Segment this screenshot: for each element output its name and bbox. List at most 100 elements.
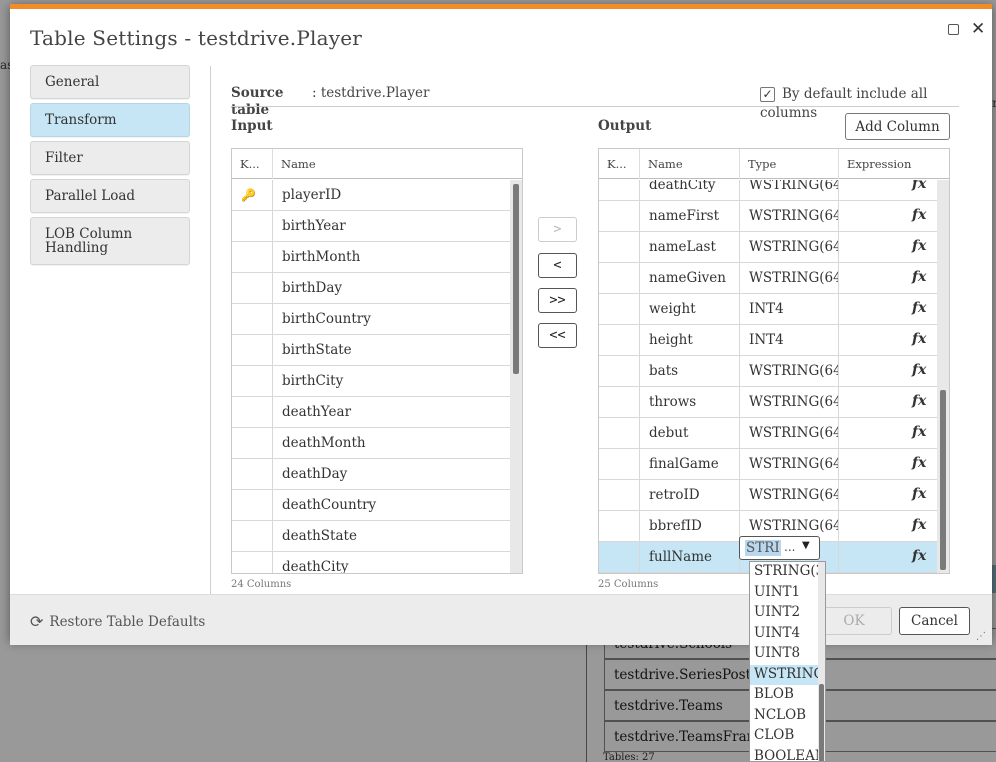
input-table-row[interactable]: deathYear [232, 397, 510, 428]
remove-selected-button[interactable]: < [538, 253, 577, 278]
column-header-name[interactable]: Name [640, 149, 740, 179]
function-icon[interactable]: fx [912, 331, 926, 347]
dropdown-scrollbar[interactable] [818, 562, 825, 761]
output-table-row[interactable]: nameGiven WSTRING(64 fx [599, 263, 937, 294]
maximize-icon[interactable] [948, 24, 959, 35]
type-option[interactable]: UINT4 [750, 624, 820, 645]
input-scrollbar-thumb[interactable] [513, 184, 519, 374]
output-table-row[interactable]: retroID WSTRING(64 fx [599, 480, 937, 511]
type-cell[interactable]: WSTRING(64 [740, 263, 839, 294]
column-header-key[interactable]: K... [599, 149, 640, 179]
type-option[interactable]: UINT8 [750, 644, 820, 665]
add-column-button[interactable]: Add Column [845, 113, 950, 140]
remove-all-button[interactable]: << [538, 323, 577, 348]
function-icon[interactable]: fx [912, 424, 926, 440]
type-option[interactable]: NCLOB [750, 706, 820, 727]
function-icon[interactable]: fx [912, 300, 926, 316]
restore-defaults-label: Restore Table Defaults [49, 613, 206, 630]
input-table-row[interactable]: deathDay [232, 459, 510, 490]
include-all-columns-checkbox[interactable]: ✓ [760, 87, 775, 102]
dialog-title: Table Settings - testdrive.Player [30, 26, 363, 50]
column-header-type[interactable]: Type [740, 149, 839, 179]
close-icon[interactable]: ✕ [971, 19, 985, 39]
resize-grip-icon[interactable]: ⋰ [976, 631, 986, 642]
type-cell[interactable]: WSTRING(64 [740, 201, 839, 232]
function-icon[interactable]: fx [912, 207, 926, 223]
output-scrollbar-thumb[interactable] [940, 390, 946, 570]
function-icon[interactable]: fx [912, 269, 926, 285]
sidebar-item-parallel-load[interactable]: Parallel Load [30, 179, 190, 213]
type-cell[interactable]: WSTRING(64 [740, 449, 839, 480]
ok-button[interactable]: OK [816, 607, 892, 635]
expression-cell: fx [839, 201, 937, 232]
function-icon[interactable]: fx [912, 455, 926, 471]
sidebar-item-transform[interactable]: Transform [30, 103, 190, 137]
output-table-row[interactable]: finalGame WSTRING(64 fx [599, 449, 937, 480]
type-cell[interactable]: WSTRING(64 [740, 356, 839, 387]
type-option[interactable]: WSTRING [750, 664, 820, 685]
dropdown-scrollbar-thumb[interactable] [819, 684, 824, 761]
input-table-row[interactable]: birthMonth [232, 242, 510, 273]
input-table-row[interactable]: deathState [232, 521, 510, 552]
function-icon[interactable]: fx [912, 238, 926, 254]
input-table-row[interactable]: birthYear [232, 211, 510, 242]
output-table-row[interactable]: throws WSTRING(64 fx [599, 387, 937, 418]
type-option[interactable]: CLOB [750, 726, 820, 747]
type-option[interactable]: UINT2 [750, 603, 820, 624]
type-cell[interactable]: WSTRING(64 [740, 180, 839, 201]
type-option[interactable]: STRING(3 [750, 562, 820, 583]
key-icon: 🔑 [241, 188, 256, 202]
input-table-row[interactable]: birthDay [232, 273, 510, 304]
output-table-row[interactable]: debut WSTRING(64 fx [599, 418, 937, 449]
function-icon[interactable]: fx [912, 180, 926, 192]
name-cell: bats [640, 356, 740, 387]
type-cell[interactable]: WSTRING(64 [740, 387, 839, 418]
type-cell[interactable]: WSTRING(64 [740, 480, 839, 511]
key-cell [232, 552, 273, 573]
name-cell: height [640, 325, 740, 356]
output-table-row[interactable]: nameLast WSTRING(64 fx [599, 232, 937, 263]
type-cell[interactable]: WSTRING(64 [740, 232, 839, 263]
sidebar-item-lob-column-handling[interactable]: LOB Column Handling [30, 217, 190, 265]
input-table-row[interactable]: birthCity [232, 366, 510, 397]
add-all-button[interactable]: >> [538, 288, 577, 313]
input-scrollbar[interactable] [510, 180, 522, 573]
type-option[interactable]: BOOLEAN [750, 747, 820, 762]
output-table-row[interactable]: height INT4 fx [599, 325, 937, 356]
sidebar-item-filter[interactable]: Filter [30, 141, 190, 175]
output-table-row[interactable]: nameFirst WSTRING(64 fx [599, 201, 937, 232]
type-select[interactable]: STRI ... ▼ [739, 536, 820, 560]
type-cell[interactable]: INT4 [740, 325, 839, 356]
name-cell: birthCountry [282, 311, 371, 327]
add-selected-button[interactable]: > [538, 217, 577, 242]
column-header-name[interactable]: Name [273, 149, 522, 179]
type-option[interactable]: UINT1 [750, 583, 820, 604]
function-icon[interactable]: fx [912, 548, 926, 564]
function-icon[interactable]: fx [912, 362, 926, 378]
column-header-expression[interactable]: Expression [839, 149, 949, 179]
function-icon[interactable]: fx [912, 393, 926, 409]
function-icon[interactable]: fx [912, 517, 926, 533]
column-header-key[interactable]: K... [232, 149, 273, 179]
output-table-row[interactable]: bats WSTRING(64 fx [599, 356, 937, 387]
sidebar-item-general[interactable]: General [30, 65, 190, 99]
input-table-row[interactable]: deathCountry [232, 490, 510, 521]
type-cell[interactable]: WSTRING(64 [740, 418, 839, 449]
key-cell [232, 459, 273, 490]
key-cell [599, 325, 640, 356]
input-table-row[interactable]: deathMonth [232, 428, 510, 459]
chevron-down-icon: ▼ [802, 540, 810, 551]
output-scrollbar[interactable] [937, 180, 949, 573]
output-table-row[interactable]: deathCity WSTRING(64 fx [599, 180, 937, 201]
function-icon[interactable]: fx [912, 486, 926, 502]
output-table-row[interactable]: weight INT4 fx [599, 294, 937, 325]
type-option[interactable]: BLOB [750, 685, 820, 706]
input-table-row[interactable]: birthCountry [232, 304, 510, 335]
cancel-button[interactable]: Cancel [899, 607, 970, 635]
expression-cell: fx [839, 325, 937, 356]
type-cell[interactable]: INT4 [740, 294, 839, 325]
restore-defaults-button[interactable]: ⟳ Restore Table Defaults [30, 612, 205, 631]
input-table-row[interactable]: deathCity [232, 552, 510, 573]
input-table-row[interactable]: 🔑 playerID [232, 180, 510, 211]
input-table-row[interactable]: birthState [232, 335, 510, 366]
